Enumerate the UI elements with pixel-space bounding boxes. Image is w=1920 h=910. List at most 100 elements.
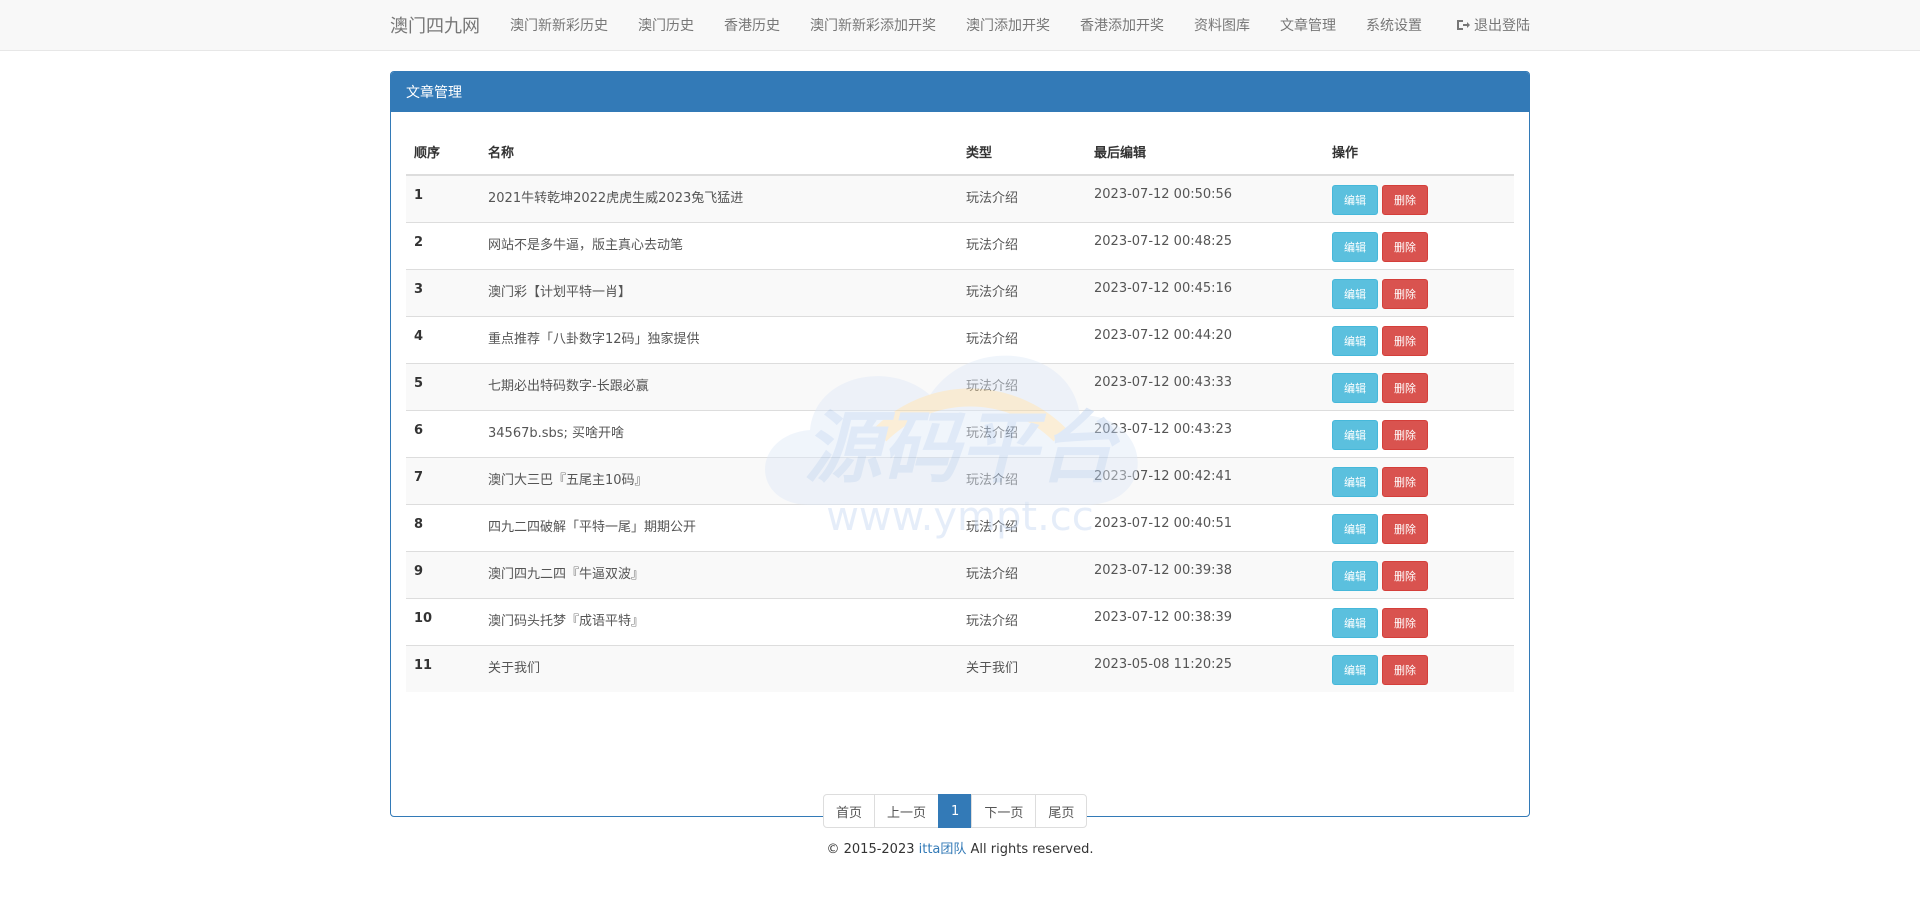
row-edited-cell: 2023-07-12 00:43:23 bbox=[1086, 410, 1324, 458]
footer-team-link[interactable]: itta团队 bbox=[919, 842, 967, 857]
nav-item-gallery[interactable]: 资料图库 bbox=[1179, 15, 1265, 35]
row-actions: 编辑 删除 bbox=[1332, 599, 1506, 638]
row-type: 玩法介绍 bbox=[966, 520, 1019, 535]
delete-button[interactable]: 删除 bbox=[1382, 514, 1428, 544]
table-row: 11 关于我们 关于我们 2023-05-08 11:20:25 编辑 删除 bbox=[406, 645, 1514, 692]
page-next-button[interactable]: 下一页 bbox=[971, 794, 1037, 828]
panel-title: 文章管理 bbox=[391, 72, 1529, 112]
delete-button[interactable]: 删除 bbox=[1382, 561, 1428, 591]
nav-item-macau-new-history[interactable]: 澳门新新彩历史 bbox=[495, 15, 623, 35]
edit-button[interactable]: 编辑 bbox=[1332, 655, 1378, 685]
nav-item-settings[interactable]: 系统设置 bbox=[1351, 15, 1437, 35]
nav-item-macau-history[interactable]: 澳门历史 bbox=[623, 15, 709, 35]
delete-button[interactable]: 删除 bbox=[1382, 185, 1428, 215]
delete-button[interactable]: 删除 bbox=[1382, 373, 1428, 403]
nav-item-hongkong-add-draw[interactable]: 香港添加开奖 bbox=[1065, 15, 1179, 35]
row-type-cell: 玩法介绍 bbox=[958, 222, 1086, 270]
row-last-edited: 2023-07-12 00:38:39 bbox=[1094, 610, 1233, 625]
row-type: 玩法介绍 bbox=[966, 285, 1019, 300]
edit-button[interactable]: 编辑 bbox=[1332, 279, 1378, 309]
row-name-cell: 澳门彩【计划平特一肖】 bbox=[480, 269, 958, 317]
row-type-cell: 玩法介绍 bbox=[958, 316, 1086, 364]
row-last-edited: 2023-07-12 00:48:25 bbox=[1094, 234, 1233, 249]
row-edited-cell: 2023-07-12 00:43:33 bbox=[1086, 363, 1324, 411]
row-index-cell: 2 bbox=[406, 222, 480, 270]
nav-item-macau-add-draw[interactable]: 澳门添加开奖 bbox=[951, 15, 1065, 35]
row-name: 34567b.sbs; 买啥开啥 bbox=[488, 426, 625, 441]
row-actions-cell: 编辑 删除 bbox=[1324, 269, 1514, 317]
row-index-cell: 9 bbox=[406, 551, 480, 599]
edit-button[interactable]: 编辑 bbox=[1332, 467, 1378, 497]
row-index-cell: 5 bbox=[406, 363, 480, 411]
page-current-button[interactable]: 1 bbox=[938, 794, 973, 828]
column-header-index: 顺序 bbox=[406, 128, 480, 176]
edit-button[interactable]: 编辑 bbox=[1332, 608, 1378, 638]
row-name-cell: 网站不是多牛逼，版主真心去动笔 bbox=[480, 222, 958, 270]
row-actions: 编辑 删除 bbox=[1332, 505, 1506, 544]
row-type-cell: 玩法介绍 bbox=[958, 269, 1086, 317]
row-index-cell: 6 bbox=[406, 410, 480, 458]
page-last-button[interactable]: 尾页 bbox=[1035, 794, 1088, 828]
row-name: 关于我们 bbox=[488, 661, 541, 676]
row-last-edited: 2023-07-12 00:50:56 bbox=[1094, 187, 1233, 202]
logout-label: 退出登陆 bbox=[1474, 18, 1530, 34]
nav-item-articles[interactable]: 文章管理 bbox=[1265, 15, 1351, 35]
edit-button[interactable]: 编辑 bbox=[1332, 373, 1378, 403]
pagination: 首页 上一页 1 下一页 尾页 bbox=[823, 794, 1088, 828]
delete-button[interactable]: 删除 bbox=[1382, 608, 1428, 638]
delete-button[interactable]: 删除 bbox=[1382, 467, 1428, 497]
nav-item-hongkong-history[interactable]: 香港历史 bbox=[709, 15, 795, 35]
row-actions-cell: 编辑 删除 bbox=[1324, 363, 1514, 411]
edit-button[interactable]: 编辑 bbox=[1332, 561, 1378, 591]
row-last-edited: 2023-07-12 00:39:38 bbox=[1094, 563, 1233, 578]
delete-button[interactable]: 删除 bbox=[1382, 232, 1428, 262]
table-row: 6 34567b.sbs; 买啥开啥 玩法介绍 2023-07-12 00:43:23… bbox=[406, 410, 1514, 458]
edit-button[interactable]: 编辑 bbox=[1332, 185, 1378, 215]
row-index-cell: 11 bbox=[406, 645, 480, 692]
row-type: 玩法介绍 bbox=[966, 332, 1019, 347]
row-actions: 编辑 删除 bbox=[1332, 646, 1506, 685]
row-type-cell: 玩法介绍 bbox=[958, 410, 1086, 458]
navbar-brand[interactable]: 澳门四九网 bbox=[390, 12, 495, 38]
row-index-cell: 3 bbox=[406, 269, 480, 317]
edit-button[interactable]: 编辑 bbox=[1332, 514, 1378, 544]
nav-item-macau-new-add-draw[interactable]: 澳门新新彩添加开奖 bbox=[795, 15, 951, 35]
row-edited-cell: 2023-07-12 00:48:25 bbox=[1086, 222, 1324, 270]
delete-button[interactable]: 删除 bbox=[1382, 420, 1428, 450]
row-name-cell: 重点推荐「八卦数字12码」独家提供 bbox=[480, 316, 958, 364]
row-actions: 编辑 删除 bbox=[1332, 176, 1506, 215]
page-prev-button[interactable]: 上一页 bbox=[874, 794, 940, 828]
edit-button[interactable]: 编辑 bbox=[1332, 420, 1378, 450]
delete-button[interactable]: 删除 bbox=[1382, 279, 1428, 309]
row-index: 9 bbox=[414, 564, 424, 579]
row-index: 1 bbox=[414, 188, 424, 203]
delete-button[interactable]: 删除 bbox=[1382, 326, 1428, 356]
edit-button[interactable]: 编辑 bbox=[1332, 232, 1378, 262]
row-actions: 编辑 删除 bbox=[1332, 270, 1506, 309]
row-name: 澳门码头托梦『成语平特』 bbox=[488, 614, 645, 629]
row-actions-cell: 编辑 删除 bbox=[1324, 457, 1514, 505]
row-index: 2 bbox=[414, 235, 424, 250]
row-name-cell: 澳门码头托梦『成语平特』 bbox=[480, 598, 958, 646]
row-name-cell: 关于我们 bbox=[480, 645, 958, 692]
delete-button[interactable]: 删除 bbox=[1382, 655, 1428, 685]
row-actions-cell: 编辑 删除 bbox=[1324, 598, 1514, 646]
row-name: 澳门彩【计划平特一肖】 bbox=[488, 285, 632, 300]
row-index-cell: 4 bbox=[406, 316, 480, 364]
row-name-cell: 四九二四破解「平特一尾」期期公开 bbox=[480, 504, 958, 552]
row-edited-cell: 2023-07-12 00:39:38 bbox=[1086, 551, 1324, 599]
row-name-cell: 澳门大三巴『五尾主10码』 bbox=[480, 457, 958, 505]
row-index-cell: 8 bbox=[406, 504, 480, 552]
logout-link[interactable]: 退出登陆 bbox=[1441, 15, 1530, 35]
edit-button[interactable]: 编辑 bbox=[1332, 326, 1378, 356]
table-row: 4 重点推荐「八卦数字12码」独家提供 玩法介绍 2023-07-12 00:44:2… bbox=[406, 316, 1514, 364]
row-actions: 编辑 删除 bbox=[1332, 552, 1506, 591]
row-actions-cell: 编辑 删除 bbox=[1324, 504, 1514, 552]
row-type-cell: 关于我们 bbox=[958, 645, 1086, 692]
row-index: 6 bbox=[414, 423, 424, 438]
row-index-cell: 7 bbox=[406, 457, 480, 505]
row-edited-cell: 2023-05-08 11:20:25 bbox=[1086, 645, 1324, 692]
row-actions-cell: 编辑 删除 bbox=[1324, 410, 1514, 458]
article-table-wrapper: 顺序 名称 类型 最后编辑 操作 1 2021牛转乾坤2022虎虎生威2023兔飞… bbox=[406, 128, 1514, 692]
page-first-button[interactable]: 首页 bbox=[823, 794, 876, 828]
